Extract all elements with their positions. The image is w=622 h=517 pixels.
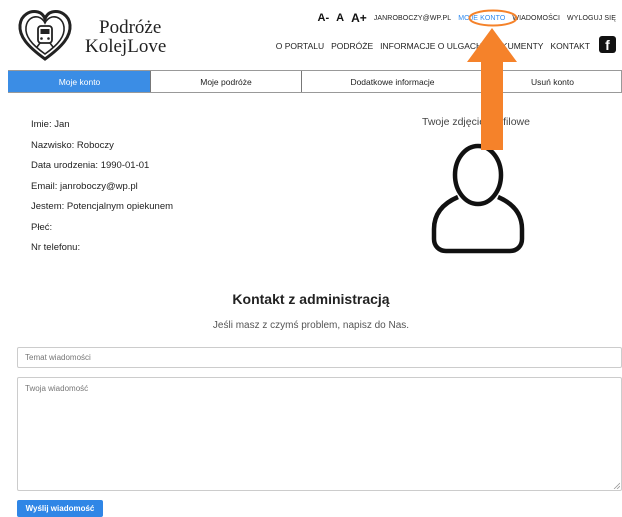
user-email-link[interactable]: JANROBOCZY@WP.PL	[374, 15, 451, 22]
facebook-icon[interactable]: f	[599, 36, 616, 53]
main-nav: O PORTALU PODRÓŻE INFORMACJE O ULGACH DO…	[269, 41, 590, 51]
contact-subtitle: Jeśli masz z czymś problem, napisz do Na…	[212, 320, 410, 331]
profile-role: Jestem: Potencjalnym opiekunem	[31, 201, 174, 212]
utility-bar: A- A A+ JANROBOCZY@WP.PL MOJE KONTO WIAD…	[318, 11, 616, 25]
profile-email: Email: janroboczy@wp.pl	[31, 180, 138, 192]
account-tabs: Moje konto Moje podróże Dodatkowe inform…	[8, 70, 622, 93]
user-avatar-icon[interactable]	[430, 141, 526, 254]
nav-trips[interactable]: PODRÓŻE	[331, 41, 373, 51]
subject-input[interactable]	[17, 347, 622, 368]
contact-title: Kontakt z administracją	[232, 291, 390, 307]
font-decrease-button[interactable]: A-	[318, 12, 330, 24]
send-message-button[interactable]: Wyślij wiadomość	[17, 500, 103, 517]
resize-grip-icon[interactable]	[613, 482, 620, 489]
messages-link[interactable]: WIADOMOŚCI	[512, 15, 560, 22]
train-heart-icon	[18, 10, 72, 61]
logo-text: Podróże KolejLove	[85, 18, 166, 56]
profile-name: Imie: Jan	[31, 119, 70, 130]
font-normal-button[interactable]: A	[336, 12, 344, 24]
nav-contact[interactable]: KONTAKT	[550, 41, 590, 51]
nav-about[interactable]: O PORTALU	[276, 41, 324, 51]
profile-surname: Nazwisko: Roboczy	[31, 139, 114, 151]
profile-info: Imie: Jan Nazwisko: Roboczy Data urodzen…	[31, 118, 173, 262]
annotation-highlight-ellipse	[468, 9, 518, 27]
tab-my-trips[interactable]: Moje podróże	[150, 71, 301, 92]
profile-phone: Nr telefonu:	[31, 242, 81, 253]
annotation-arrow-up-icon	[467, 28, 517, 150]
profile-birth-date: Data urodzenia: 1990-01-01	[31, 160, 150, 171]
logo-line-1: Podróże	[99, 17, 162, 38]
profile-gender: Płeć:	[31, 221, 53, 233]
logout-link[interactable]: WYLOGUJ SIĘ	[567, 15, 616, 22]
site-logo[interactable]: Podróże KolejLove	[17, 8, 167, 64]
tab-additional-info[interactable]: Dodatkowe informacje	[301, 71, 483, 92]
message-textarea[interactable]	[17, 377, 622, 491]
font-increase-button[interactable]: A+	[351, 11, 367, 25]
logo-line-2: KolejLove	[85, 36, 167, 57]
tab-my-account[interactable]: Moje konto	[8, 71, 150, 92]
